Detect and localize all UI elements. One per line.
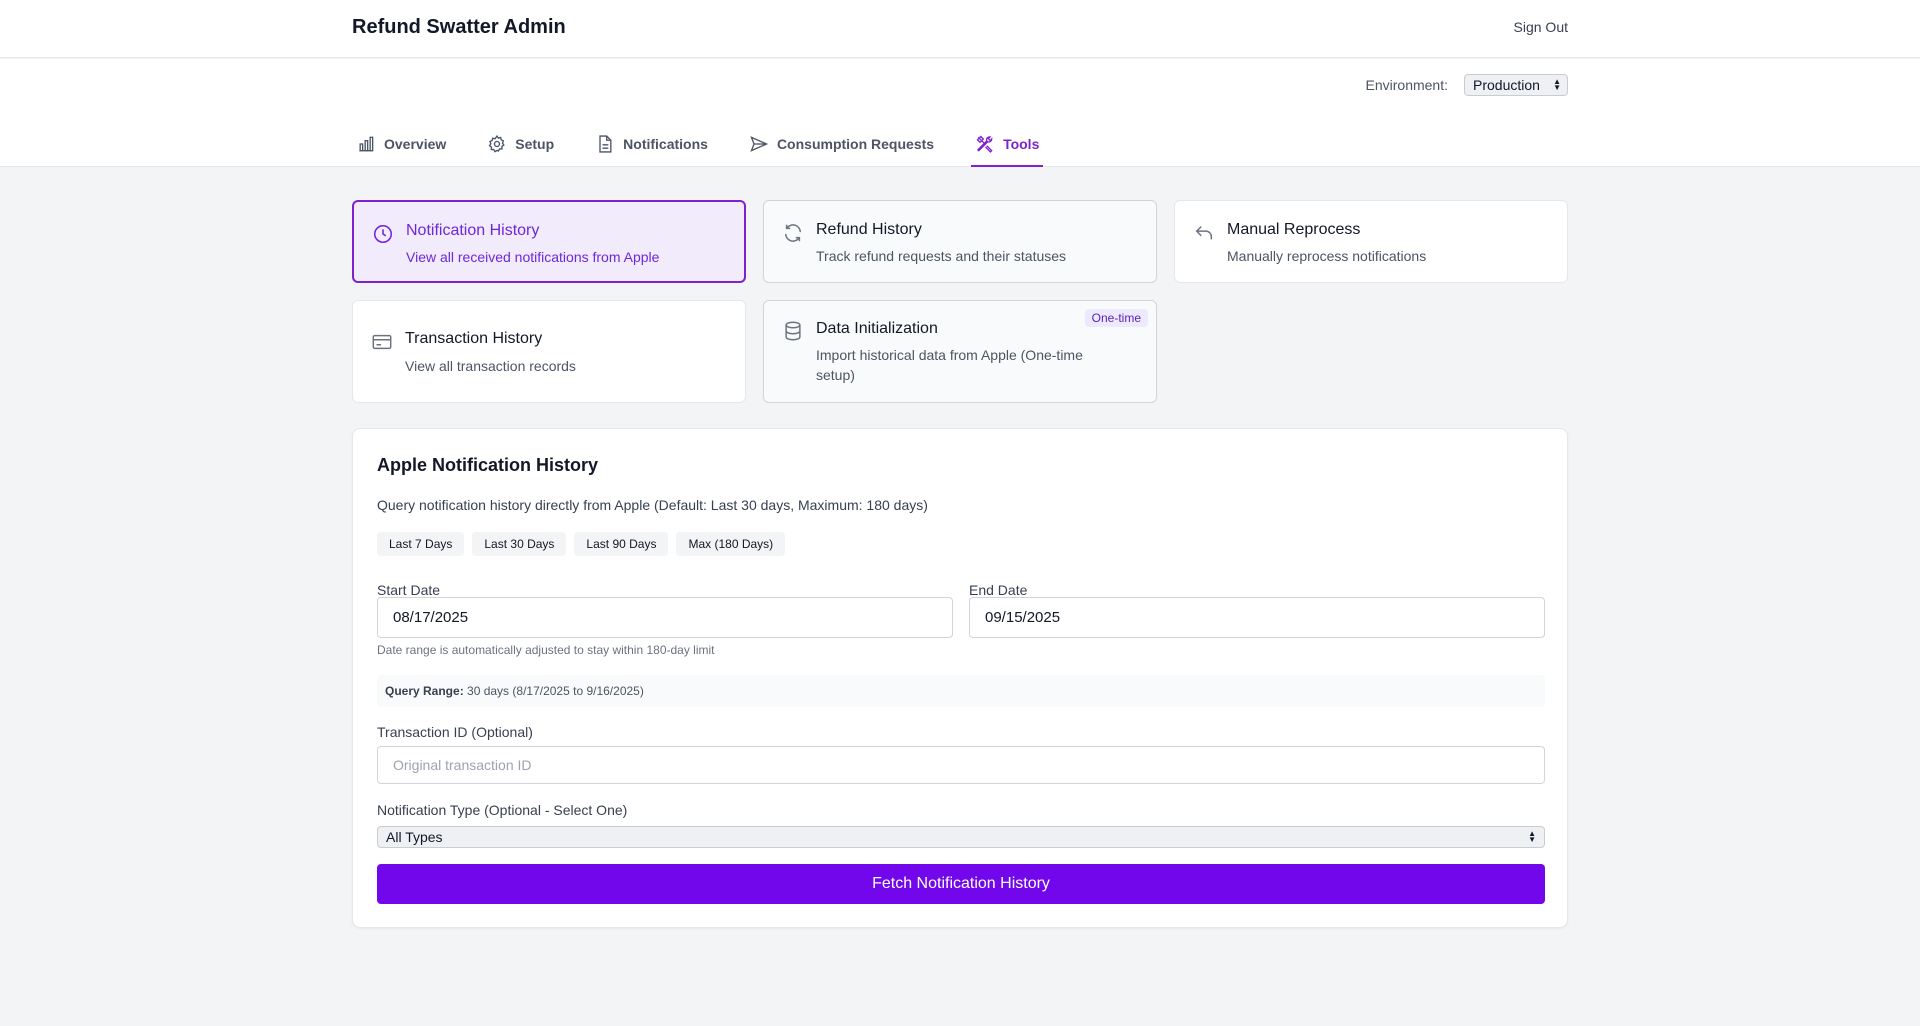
last-7-days-button[interactable]: Last 7 Days: [377, 532, 465, 556]
select-arrows-icon: ▲ ▼: [1528, 829, 1536, 844]
last-90-days-button[interactable]: Last 90 Days: [574, 532, 669, 556]
environment-label: Environment:: [1365, 77, 1448, 93]
query-range-label: Query Range:: [385, 684, 464, 698]
one-time-badge: One-time: [1084, 309, 1148, 327]
card-title: Transaction History: [405, 330, 543, 347]
tab-setup[interactable]: Setup: [483, 121, 558, 167]
environment-value: Production: [1473, 77, 1540, 93]
environment-select[interactable]: Production ▲ ▼: [1464, 74, 1568, 96]
refund-history-card[interactable]: Refund History Track refund requests and…: [763, 200, 1157, 283]
manual-reprocess-card[interactable]: Manual Reprocess Manually reprocess noti…: [1174, 200, 1568, 283]
panel-description: Query notification history directly from…: [377, 497, 928, 513]
environment-selector-group: Environment: Production ▲ ▼: [1366, 74, 1568, 96]
notification-type-label: Notification Type (Optional - Select One…: [377, 802, 628, 818]
tools-icon: [976, 135, 993, 153]
start-date-label: Start Date: [377, 582, 441, 598]
gear-icon: [488, 134, 506, 153]
max-180-days-button[interactable]: Max (180 Days): [676, 532, 786, 556]
tab-label: Overview: [384, 136, 447, 152]
card-title: Data Initialization: [816, 320, 938, 337]
data-initialization-card[interactable]: Data Initialization Import historical da…: [763, 300, 1157, 403]
app-title: Refund Swatter Admin: [352, 16, 566, 38]
bar-chart-icon: [359, 136, 374, 152]
tab-label: Tools: [1003, 136, 1040, 152]
query-range-box: Query Range: 30 days (8/17/2025 to 9/16/…: [377, 675, 1545, 707]
main-tabs: Overview Setup Notifications Consumption…: [352, 121, 1076, 167]
start-date-input[interactable]: [377, 597, 953, 638]
date-range-hint: Date range is automatically adjusted to …: [377, 643, 715, 657]
card-description: View all received notifications from App…: [406, 249, 660, 265]
tab-label: Consumption Requests: [776, 136, 935, 152]
end-date-input[interactable]: [969, 597, 1545, 638]
panel-title: Apple Notification History: [377, 455, 599, 475]
database-icon: [785, 321, 801, 341]
notification-type-value: All Types: [386, 829, 443, 845]
tab-notifications[interactable]: Notifications: [591, 121, 712, 167]
card-description: Track refund requests and their statuses: [816, 248, 1067, 264]
document-icon: [599, 135, 612, 153]
tab-tools[interactable]: Tools: [971, 121, 1044, 167]
top-bar: Refund Swatter Admin Sign Out: [0, 0, 1920, 58]
credit-card-icon: [372, 334, 392, 350]
select-arrows-icon: ▲ ▼: [1553, 77, 1561, 92]
notification-history-card[interactable]: Notification History View all received n…: [352, 200, 746, 283]
transaction-history-card[interactable]: Transaction History View all transaction…: [352, 300, 746, 403]
tab-label: Setup: [515, 136, 555, 152]
card-title: Refund History: [816, 221, 922, 238]
card-title: Notification History: [406, 222, 540, 239]
end-date-label: End Date: [969, 582, 1028, 598]
card-description: Import historical data from Apple (One-t…: [816, 347, 1083, 383]
notification-history-panel: Apple Notification History Query notific…: [352, 428, 1568, 928]
tab-overview[interactable]: Overview: [352, 121, 450, 167]
transaction-id-label: Transaction ID (Optional): [377, 724, 533, 740]
sign-out-link[interactable]: Sign Out: [1514, 19, 1568, 35]
send-icon: [750, 136, 769, 152]
refresh-icon: [784, 224, 802, 242]
tab-label: Notifications: [623, 136, 708, 152]
fetch-notification-history-button[interactable]: Fetch Notification History: [377, 864, 1545, 904]
query-range-value: 30 days (8/17/2025 to 9/16/2025): [467, 684, 644, 698]
last-30-days-button[interactable]: Last 30 Days: [472, 532, 567, 556]
notification-type-select[interactable]: All Types ▲ ▼: [377, 826, 1545, 848]
card-title: Manual Reprocess: [1227, 221, 1361, 238]
tab-consumption-requests[interactable]: Consumption Requests: [745, 121, 938, 167]
quick-range-buttons: Last 7 Days Last 30 Days Last 90 Days Ma…: [377, 532, 786, 556]
transaction-id-input[interactable]: [377, 746, 1545, 784]
undo-icon: [1195, 226, 1213, 240]
card-description: View all transaction records: [405, 358, 576, 374]
clock-icon: [373, 224, 393, 244]
card-description: Manually reprocess notifications: [1227, 248, 1427, 264]
sub-header: Environment: Production ▲ ▼ Overview Setu…: [0, 59, 1920, 167]
